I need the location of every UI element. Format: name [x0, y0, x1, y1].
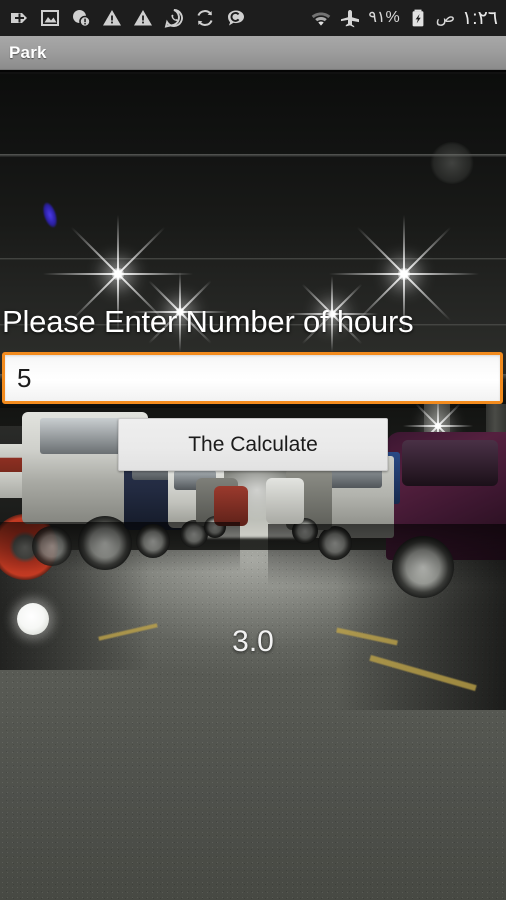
app-alert-dot-icon [70, 7, 92, 29]
hours-input[interactable] [5, 362, 500, 394]
airplane-mode-icon [339, 7, 361, 29]
battery-percent-label: ٩١% [368, 9, 400, 26]
action-bar: Park [0, 36, 506, 72]
sync-icon [194, 7, 216, 29]
wifi-icon [310, 7, 332, 29]
hours-input-container[interactable] [2, 352, 503, 404]
status-bar: ٩١% ص ١:٢٦ [0, 0, 506, 36]
screenshot-image-icon [39, 7, 61, 29]
main-content: Please Enter Number of hours The Calcula… [0, 74, 506, 900]
am-pm-label: ص [435, 9, 456, 26]
calculate-button[interactable]: The Calculate [118, 418, 388, 471]
status-bar-notification-icons [8, 7, 310, 29]
hours-prompt-label: Please Enter Number of hours [2, 304, 414, 339]
status-bar-clock: ١:٢٦ [462, 7, 498, 29]
app-title: Park [9, 43, 47, 62]
status-bar-system-icons: ٩١% ص ١:٢٦ [310, 7, 500, 29]
battery-charging-icon [407, 7, 429, 29]
warning-icon-2 [132, 7, 154, 29]
whatsapp-icon [163, 7, 185, 29]
result-value-label: 3.0 [232, 625, 274, 658]
sd-card-add-icon [8, 7, 30, 29]
chat-bubble-icon [225, 7, 247, 29]
warning-icon [101, 7, 123, 29]
app-screen: ٩١% ص ١:٢٦ Park Please Enter Number of h… [0, 0, 506, 900]
